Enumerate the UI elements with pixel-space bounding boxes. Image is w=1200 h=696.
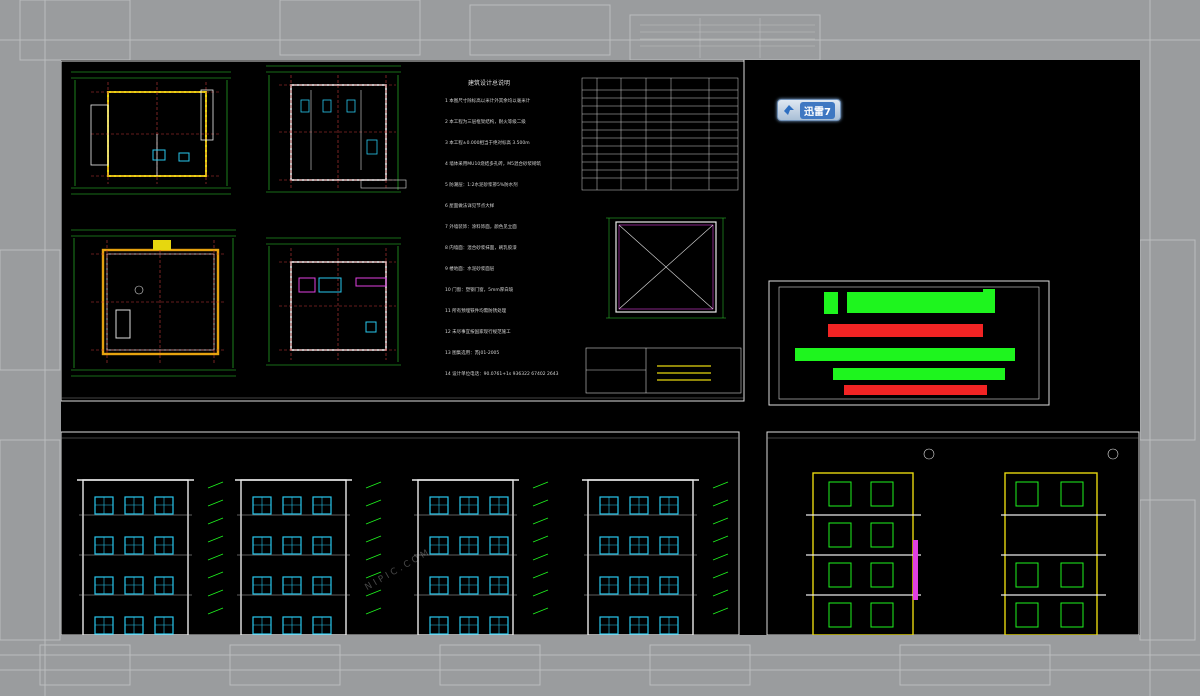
section-2	[1001, 448, 1119, 635]
sheet-2-border	[61, 431, 740, 635]
xunlei-label: 迅雷7	[800, 101, 835, 119]
notes-line: 1 本图尺寸除标高以米计外其余均以毫米计	[445, 99, 531, 104]
title-block	[585, 347, 742, 394]
door-window-table	[581, 77, 739, 191]
legend-bar-2	[828, 324, 983, 337]
notes-line: 8 内墙面：混合砂浆抹面，刷乳胶漆	[445, 246, 517, 251]
floor-plan-2	[266, 65, 407, 193]
notes-line: 9 楼地面：水泥砂浆面层	[445, 267, 495, 272]
legend-bar-3	[795, 348, 1015, 361]
legend-bar-5	[844, 385, 987, 395]
notes-line: 11 所有预埋铁件均需防锈处理	[445, 309, 507, 314]
cad-drawing-canvas	[61, 60, 1140, 635]
legend-bar-1a	[824, 292, 838, 314]
roof-plan	[606, 217, 726, 319]
bar-legend-panel	[768, 280, 1050, 406]
elevation-views	[77, 479, 729, 635]
floor-plan-1	[71, 71, 231, 195]
notes-line: 6 屋面做法详见节点大样	[445, 204, 495, 209]
notes-line: 10 门窗：塑钢门窗，5mm厚白玻	[445, 288, 514, 293]
notes-line: 7 外墙装饰：涂料饰面，颜色见立面	[445, 225, 517, 230]
notes-line: 2 本工程为三层框架结构，耐火等级二级	[445, 120, 526, 125]
notes-line: 4 墙体采用MU10烧结多孔砖，M5混合砂浆砌筑	[445, 162, 541, 167]
bird-icon	[784, 105, 794, 115]
notes-line: 13 图集选用：苏J01-2005	[445, 351, 500, 356]
elevation-building-4	[587, 479, 694, 635]
xunlei-download-button[interactable]: 迅雷7	[777, 99, 841, 121]
elevation-building-1	[82, 479, 189, 635]
notes-line: 5 防潮层：1:2水泥砂浆掺5%防水剂	[445, 183, 518, 188]
notes-line: 3 本工程±0.000相当于绝对标高 3.500m	[445, 141, 530, 146]
legend-bar-1c	[983, 289, 995, 313]
elevation-building-2	[240, 479, 347, 635]
notes-line: 14 设计单位电话：90.0761+1s 936322 67402 2643	[445, 372, 559, 377]
section-views	[806, 448, 1119, 635]
section-1	[806, 448, 935, 635]
cad-drawing-viewport[interactable]: 建筑设计总说明 1 本图尺寸除标高以米计外其余均以毫米计 2 本工程为三层框架结构…	[61, 60, 1140, 635]
notes-line: 12 未尽事宜按国家现行规范施工	[445, 330, 511, 335]
legend-bar-4	[833, 368, 1005, 380]
floor-plan-3	[71, 229, 236, 377]
floor-plan-4	[266, 237, 401, 366]
legend-bar-1b	[847, 292, 987, 313]
notes-title: 建筑设计总说明	[468, 80, 511, 87]
